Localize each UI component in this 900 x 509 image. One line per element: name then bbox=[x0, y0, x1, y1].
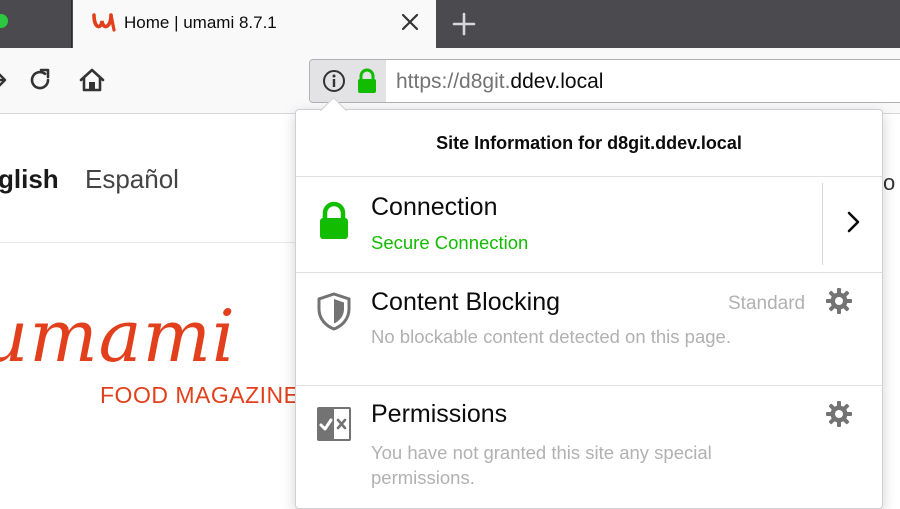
forward-button[interactable] bbox=[0, 65, 12, 95]
content-blocking-section: Content Blocking Standard No blockable c… bbox=[296, 273, 882, 386]
permissions-description: You have not granted this site any speci… bbox=[371, 442, 712, 488]
connection-title: Connection bbox=[371, 193, 498, 221]
url-bar[interactable]: https://d8git.ddev.local bbox=[309, 59, 900, 103]
language-link-english[interactable]: glish bbox=[0, 164, 59, 195]
connection-details-button[interactable] bbox=[836, 204, 872, 240]
content-blocking-mode: Standard bbox=[728, 293, 806, 314]
gear-icon[interactable] bbox=[825, 400, 853, 428]
shield-icon bbox=[317, 292, 351, 331]
new-tab-button[interactable] bbox=[448, 8, 480, 40]
site-logo-subtitle: FOOD MAGAZINE bbox=[100, 382, 300, 408]
language-link-spanish[interactable]: Español bbox=[85, 164, 179, 195]
connection-status: Secure Connection bbox=[371, 232, 529, 253]
close-icon bbox=[401, 13, 419, 31]
divider bbox=[0, 242, 296, 243]
divider bbox=[822, 183, 823, 265]
tab-title: Home | umami 8.7.1 bbox=[124, 13, 277, 32]
arrow-right-icon bbox=[0, 73, 7, 87]
content-blocking-title: Content Blocking bbox=[371, 288, 561, 316]
reload-icon bbox=[30, 68, 50, 90]
chevron-right-icon bbox=[847, 211, 860, 233]
permissions-section: Permissions You have not granted this si… bbox=[296, 386, 882, 508]
site-identity-button[interactable] bbox=[310, 60, 386, 102]
connection-section[interactable]: Connection Secure Connection bbox=[296, 177, 882, 273]
umami-favicon-icon bbox=[92, 13, 116, 32]
site-info-header: Site Information for d8git.ddev.local bbox=[296, 110, 882, 177]
home-button[interactable] bbox=[77, 65, 107, 95]
info-icon[interactable] bbox=[322, 69, 346, 93]
gear-icon[interactable] bbox=[825, 287, 853, 315]
permissions-title: Permissions bbox=[371, 400, 508, 428]
lock-icon bbox=[320, 201, 348, 239]
content-blocking-description: No blockable content detected on this pa… bbox=[371, 326, 731, 347]
site-logo[interactable]: umami bbox=[0, 294, 236, 378]
permissions-icon bbox=[317, 407, 351, 441]
url-text[interactable]: https://d8git.ddev.local bbox=[396, 70, 603, 94]
tab-active[interactable]: Home | umami 8.7.1 bbox=[73, 0, 436, 48]
lock-icon bbox=[358, 68, 376, 93]
window-maximize-dot-icon[interactable] bbox=[0, 14, 8, 28]
reload-button[interactable] bbox=[25, 65, 55, 95]
home-icon bbox=[79, 68, 105, 92]
plus-icon bbox=[452, 12, 476, 36]
tab-strip: Home | umami 8.7.1 bbox=[0, 0, 900, 48]
nav-toolbar: https://d8git.ddev.local bbox=[0, 48, 900, 114]
tab-inactive[interactable] bbox=[0, 0, 72, 48]
url-host-prefix: https://d8git. bbox=[396, 70, 511, 93]
site-info-panel: Site Information for d8git.ddev.local Co… bbox=[295, 109, 883, 509]
url-host-main: ddev.local bbox=[510, 70, 604, 93]
tab-close-button[interactable] bbox=[397, 9, 423, 35]
